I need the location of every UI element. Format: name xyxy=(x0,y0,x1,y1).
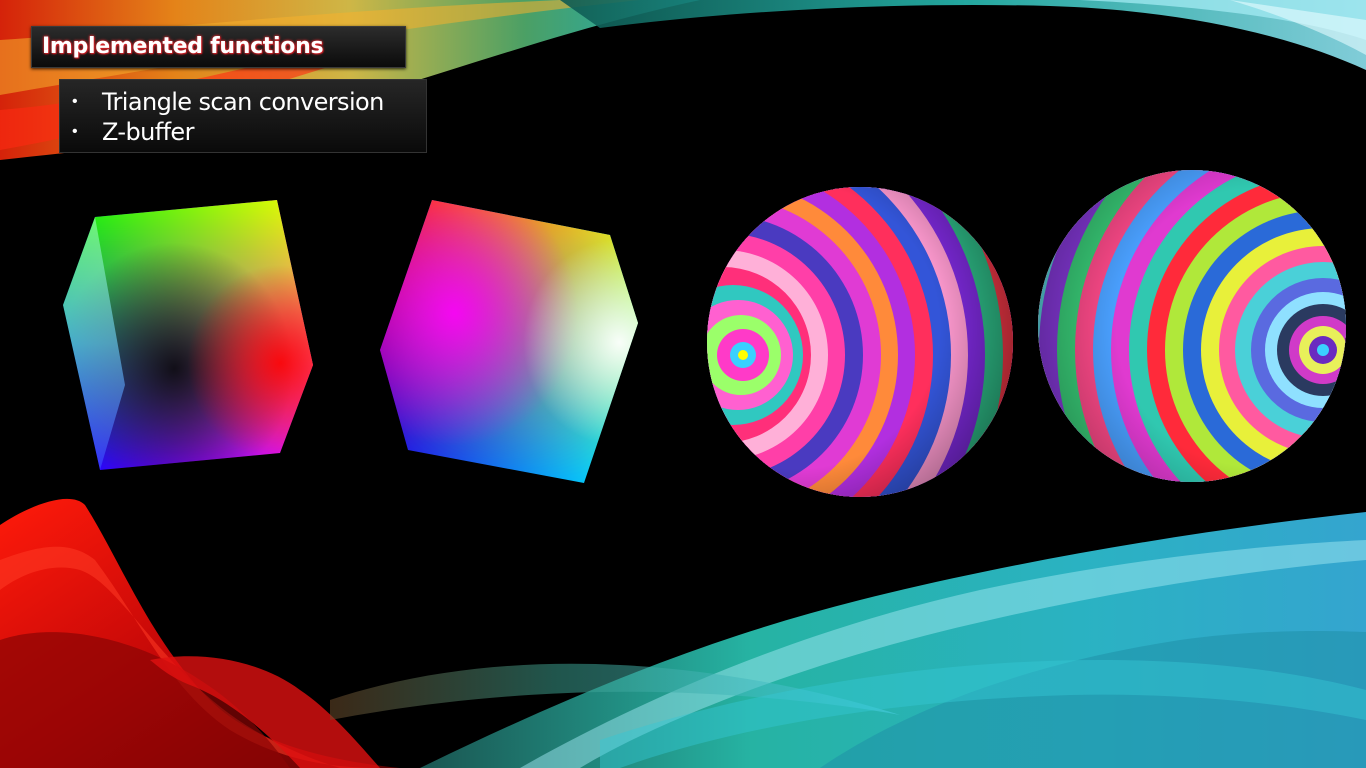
slide: Implemented functions • Triangle scan co… xyxy=(0,0,1366,768)
bullet-item: • Z-buffer xyxy=(72,117,194,147)
rainbow-sphere-2 xyxy=(1038,170,1346,482)
rainbow-sphere-1 xyxy=(707,187,1013,497)
vertex-color-cube-2 xyxy=(380,200,638,483)
bullet-label: Z-buffer xyxy=(102,118,194,146)
slide-title-box: Implemented functions xyxy=(31,26,406,68)
bullet-item: • Triangle scan conversion xyxy=(72,87,384,117)
bullet-icon: • xyxy=(72,93,78,110)
bullet-label: Triangle scan conversion xyxy=(102,88,384,116)
bullet-list: • Triangle scan conversion • Z-buffer xyxy=(59,79,427,153)
slide-title: Implemented functions xyxy=(42,34,324,59)
vertex-color-cube-1 xyxy=(63,200,313,470)
bullet-icon: • xyxy=(72,123,78,140)
